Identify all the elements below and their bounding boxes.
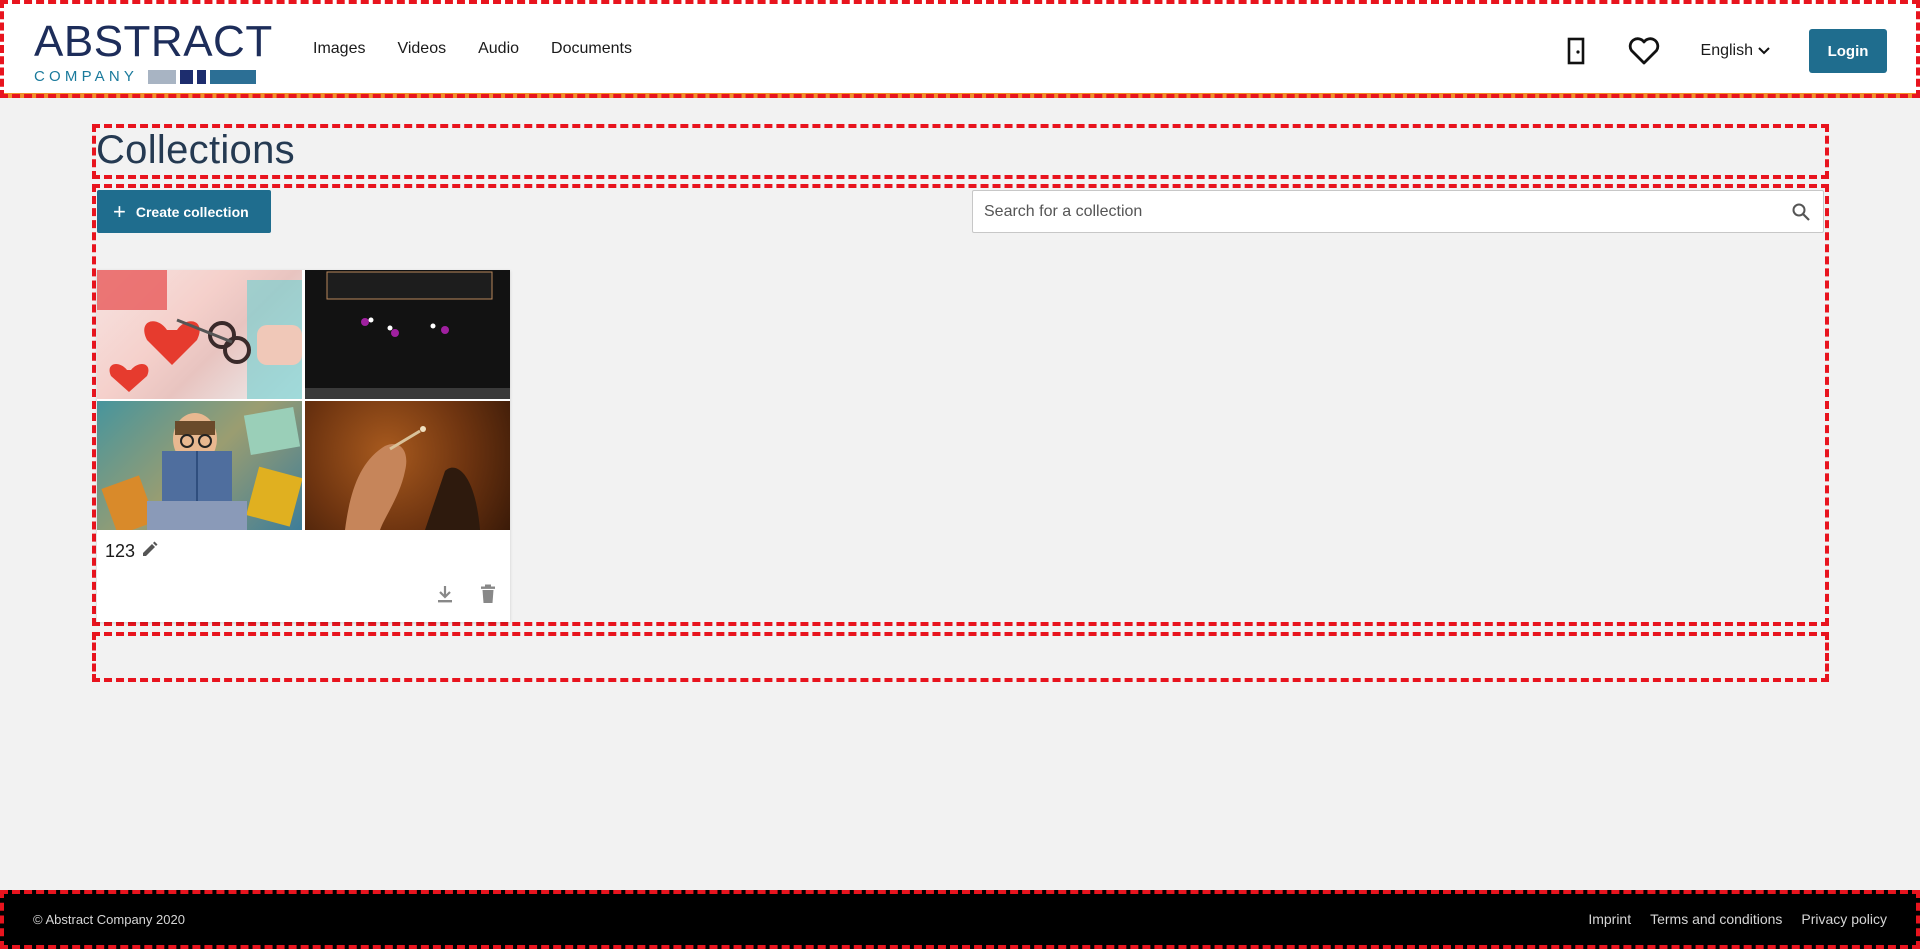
chevron-down-icon: [1758, 47, 1770, 55]
logo-wordmark: ABSTRACT: [34, 17, 273, 66]
footer-link-terms[interactable]: Terms and conditions: [1650, 911, 1782, 927]
page-title: Collections: [96, 128, 295, 172]
login-button[interactable]: Login: [1809, 29, 1887, 73]
create-collection-label: Create collection: [135, 203, 249, 220]
footer-link-privacy[interactable]: Privacy policy: [1801, 911, 1887, 927]
title-region: Collections: [92, 124, 1829, 179]
site-header: ABSTRACT COMPANY Images Videos Audio Doc…: [0, 0, 1920, 98]
dark-video-frame: [305, 270, 510, 399]
nav-videos[interactable]: Videos: [397, 40, 446, 58]
collection-card[interactable]: 123: [97, 270, 510, 622]
collections-region: + Create collection Search for a collect…: [92, 184, 1829, 626]
crafting-hearts-photo: [97, 270, 302, 399]
company-logo[interactable]: ABSTRACT COMPANY: [34, 17, 274, 86]
collection-title: 123: [105, 541, 136, 561]
language-label: English: [1700, 42, 1753, 59]
pagination-region: [92, 632, 1829, 682]
heart-icon[interactable]: [1627, 34, 1661, 68]
nav-documents[interactable]: Documents: [551, 40, 632, 58]
hand-holding-object-photo: [305, 401, 510, 530]
footer-links: Imprint Terms and conditions Privacy pol…: [1588, 911, 1887, 927]
language-select[interactable]: English: [1701, 42, 1771, 60]
header-actions: English Login: [1559, 29, 1887, 73]
collection-actions: [436, 584, 496, 604]
logo-blocks: [148, 69, 257, 84]
nav-audio[interactable]: Audio: [478, 40, 519, 58]
search-icon[interactable]: [1791, 202, 1811, 227]
download-icon[interactable]: [436, 584, 454, 604]
delete-icon[interactable]: [480, 584, 496, 604]
site-footer: © Abstract Company 2020 Imprint Terms an…: [0, 890, 1920, 949]
copyright-text: © Abstract Company 2020: [33, 912, 185, 927]
create-collection-button[interactable]: + Create collection: [97, 190, 271, 233]
search-input[interactable]: [973, 191, 1773, 232]
nav-images[interactable]: Images: [313, 40, 365, 58]
door-icon[interactable]: [1559, 34, 1593, 68]
man-with-books-photo: [97, 401, 302, 530]
footer-link-imprint[interactable]: Imprint: [1588, 911, 1631, 927]
collection-thumbnails[interactable]: [97, 270, 510, 530]
search-box: [972, 190, 1824, 233]
main-nav: Images Videos Audio Documents: [313, 40, 632, 58]
pencil-icon[interactable]: [141, 540, 159, 563]
plus-icon: +: [113, 198, 126, 224]
collection-name: 123: [105, 540, 159, 563]
logo-subtitle: COMPANY: [34, 68, 139, 85]
